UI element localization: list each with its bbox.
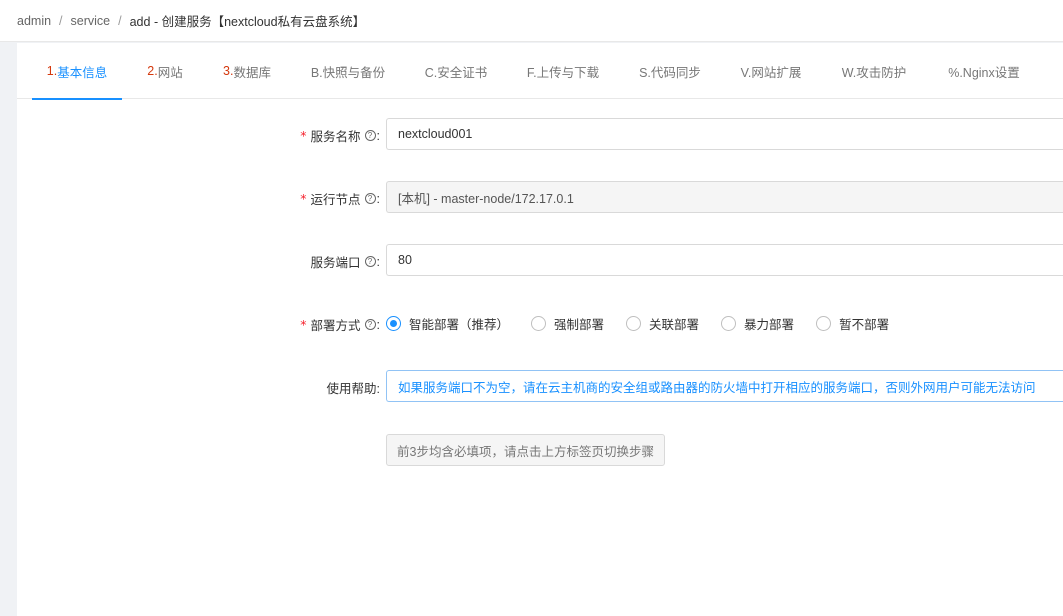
help-circle-icon[interactable]: ?: [364, 256, 376, 267]
form-row-deploy-mode: * 部署方式 ?: 智能部署（推荐） 强制部署 关联部署 暴力部署 暂不部署: [17, 307, 1063, 339]
run-node-select[interactable]: [本机] - master-node/172.17.0.1: [386, 181, 1063, 213]
tab-label: 网站: [157, 65, 183, 80]
service-port-label: 服务端口 ?:: [311, 252, 381, 271]
tab-upload-download[interactable]: F.上传与下载: [526, 43, 600, 99]
tab-nginx-settings[interactable]: %.Nginx设置: [946, 43, 1022, 99]
tab-label: 数据库: [233, 65, 271, 80]
deploy-mode-label-text: 部署方式: [310, 319, 361, 333]
help-circle-icon[interactable]: ?: [364, 130, 376, 141]
tab-basic-info[interactable]: 1. 基本信息: [32, 43, 122, 100]
form-row-run-node: * 运行节点 ?: [本机] - master-node/172.17.0.1: [17, 181, 1063, 213]
radio-button-icon[interactable]: [816, 315, 832, 331]
label-colon: :: [376, 191, 380, 206]
radio-label: 强制部署: [554, 317, 605, 332]
service-port-label-text: 服务端口: [310, 256, 361, 270]
breadcrumb-item-service[interactable]: service: [71, 14, 111, 28]
breadcrumb-current: add - 创建服务【nextcloud私有云盘系统】: [129, 15, 366, 29]
run-node-label: * 运行节点 ?:: [300, 189, 380, 208]
help-circle-icon[interactable]: ?: [364, 319, 376, 330]
radio-label: 智能部署（推荐）: [409, 317, 510, 332]
submit-button[interactable]: 前3步均含必填项，请点击上方标签页切换步骤: [386, 434, 665, 466]
required-mark: *: [300, 128, 307, 143]
service-name-label: * 服务名称 ?:: [300, 126, 380, 145]
radio-label: 关联部署: [649, 317, 700, 332]
tab-attack-protection[interactable]: W.攻击防护: [841, 43, 907, 99]
label-colon: :: [376, 254, 380, 269]
service-name-label-text: 服务名称: [310, 130, 361, 144]
radio-brute-deploy[interactable]: 暴力部署: [721, 314, 794, 333]
tab-label: W.攻击防护: [841, 65, 907, 80]
form-row-service-port: 服务端口 ?: 80: [17, 244, 1063, 276]
radio-label: 暴力部署: [744, 317, 795, 332]
radio-force-deploy[interactable]: 强制部署: [531, 314, 604, 333]
label-colon: :: [376, 128, 380, 143]
radio-label: 暂不部署: [839, 317, 890, 332]
tab-number: 1.: [46, 64, 58, 78]
required-mark: *: [300, 317, 307, 332]
form-row-help: 使用帮助: 如果服务端口不为空，请在云主机商的安全组或路由器的防火墙中打开相应的…: [17, 370, 1063, 402]
tab-ssl-cert[interactable]: C.安全证书: [424, 43, 488, 99]
radio-button-icon[interactable]: [626, 315, 642, 331]
tab-number: 3.: [223, 64, 234, 78]
tab-code-sync[interactable]: S.代码同步: [638, 43, 702, 99]
radio-no-deploy[interactable]: 暂不部署: [816, 314, 889, 333]
tab-label: 基本信息: [57, 65, 108, 80]
help-circle-icon[interactable]: ?: [364, 193, 376, 204]
tab-bar: 1. 基本信息 2. 网站 3. 数据库 B.快照与备份 C.安全证书 F.上传与下载…: [17, 43, 1063, 100]
main-panel: 1. 基本信息 2. 网站 3. 数据库 B.快照与备份 C.安全证书 F.上传与下载…: [17, 43, 1063, 616]
radio-button-icon[interactable]: [721, 315, 737, 331]
tab-label: S.代码同步: [639, 65, 701, 80]
tab-snapshot-backup[interactable]: B.快照与备份: [310, 43, 386, 99]
run-node-label-text: 运行节点: [310, 193, 361, 207]
tab-website[interactable]: 2. 网站: [143, 43, 187, 99]
help-text-box: 如果服务端口不为空，请在云主机商的安全组或路由器的防火墙中打开相应的服务端口，否…: [386, 370, 1063, 402]
form-row-service-name: * 服务名称 ?: nextcloud001: [17, 118, 1063, 150]
radio-button-icon[interactable]: [386, 315, 401, 331]
tab-site-extension[interactable]: V.网站扩展: [739, 43, 803, 99]
tab-label: %.Nginx设置: [948, 65, 1020, 80]
tab-database[interactable]: 3. 数据库: [221, 43, 273, 99]
deploy-mode-radio-group: 智能部署（推荐） 强制部署 关联部署 暴力部署 暂不部署: [386, 307, 911, 339]
radio-smart-deploy[interactable]: 智能部署（推荐）: [386, 314, 509, 333]
help-label-text: 使用帮助:: [326, 382, 380, 396]
tab-label: B.快照与备份: [310, 65, 386, 80]
tab-label: F.上传与下载: [526, 65, 600, 80]
service-name-input[interactable]: nextcloud001: [386, 118, 1063, 150]
radio-linked-deploy[interactable]: 关联部署: [626, 314, 699, 333]
label-colon: :: [376, 317, 380, 332]
breadcrumb: admin / service / add - 创建服务【nextcloud私有…: [0, 0, 1063, 42]
required-mark: *: [300, 191, 307, 206]
help-label: 使用帮助:: [327, 378, 380, 397]
breadcrumb-separator: /: [118, 13, 122, 28]
service-port-input[interactable]: 80: [386, 244, 1063, 276]
tab-label: C.安全证书: [424, 65, 488, 80]
breadcrumb-separator: /: [59, 13, 63, 28]
deploy-mode-label: * 部署方式 ?:: [300, 315, 380, 334]
tab-number: 2.: [147, 64, 158, 78]
breadcrumb-item-admin[interactable]: admin: [17, 14, 51, 28]
radio-button-icon[interactable]: [531, 315, 547, 331]
tab-label: V.网站扩展: [740, 65, 802, 80]
